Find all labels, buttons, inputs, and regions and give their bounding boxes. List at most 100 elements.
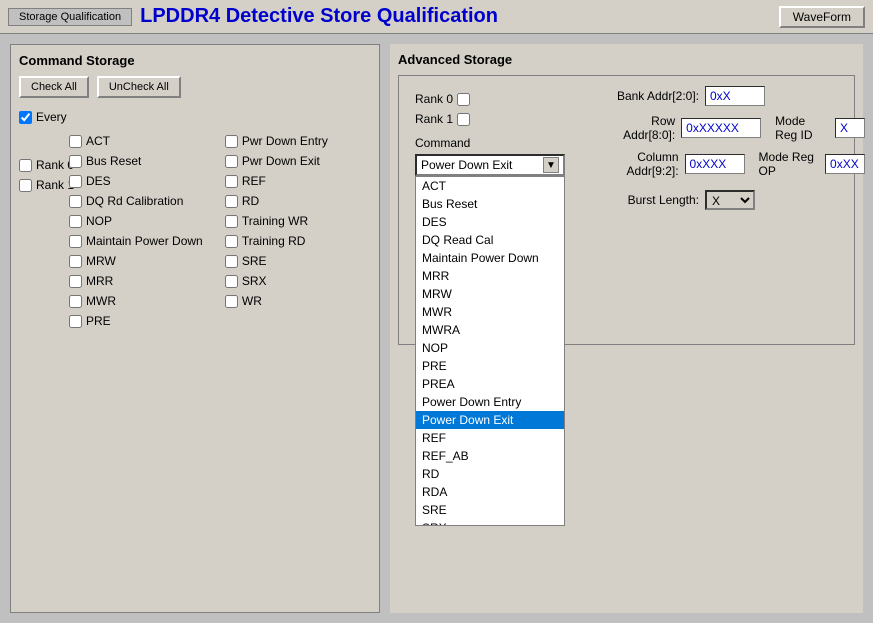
mode-reg-op-input[interactable] <box>825 154 865 174</box>
mrw-checkbox[interactable] <box>69 255 82 268</box>
dropdown-item[interactable]: Power Down Exit <box>416 411 564 429</box>
mrr-checkbox[interactable] <box>69 275 82 288</box>
command-section: Command Power Down Exit ▼ ACTBus ResetDE… <box>415 136 565 176</box>
command-storage-title: Command Storage <box>19 53 371 68</box>
dropdown-item[interactable]: MWR <box>416 303 564 321</box>
dropdown-item[interactable]: RD <box>416 465 564 483</box>
mwr-item: MWR <box>69 292 225 310</box>
address-fields: Bank Addr[2:0]: Row Addr[8:0]: Mode Reg … <box>599 86 865 210</box>
col-addr-label: Column Addr[9:2]: <box>599 150 679 178</box>
pre-item: PRE <box>69 312 225 330</box>
rank0-adv-item: Rank 0 <box>415 92 470 106</box>
row-addr-label: Row Addr[8:0]: <box>599 114 675 142</box>
rank1-adv-checkbox[interactable] <box>457 113 470 126</box>
rank0-item: Rank 0 <box>19 156 69 174</box>
pwr-down-entry-checkbox[interactable] <box>225 135 238 148</box>
command-selected-text: Power Down Exit <box>421 158 512 172</box>
sre-checkbox[interactable] <box>225 255 238 268</box>
command-storage-panel: Command Storage Check All UnCheck All Ev… <box>10 44 380 613</box>
mrr-item: MRR <box>69 272 225 290</box>
ref-item: REF <box>225 172 371 190</box>
training-wr-item: Training WR <box>225 212 371 230</box>
bus-reset-item: Bus Reset <box>69 152 225 170</box>
mode-reg-id-label: Mode Reg ID <box>775 114 829 142</box>
waveform-button[interactable]: WaveForm <box>779 6 865 28</box>
advanced-storage-title: Advanced Storage <box>398 52 855 67</box>
check-all-button[interactable]: Check All <box>19 76 89 98</box>
dropdown-item[interactable]: NOP <box>416 339 564 357</box>
dropdown-item[interactable]: DQ Read Cal <box>416 231 564 249</box>
bank-addr-row: Bank Addr[2:0]: <box>599 86 865 106</box>
nop-checkbox[interactable] <box>69 215 82 228</box>
uncheck-all-button[interactable]: UnCheck All <box>97 76 181 98</box>
burst-row: Burst Length: X 16 32 <box>599 190 865 210</box>
srx-checkbox[interactable] <box>225 275 238 288</box>
pwr-down-exit-item: Pwr Down Exit <box>225 152 371 170</box>
dropdown-item[interactable]: PREA <box>416 375 564 393</box>
dropdown-item[interactable]: Bus Reset <box>416 195 564 213</box>
pwr-down-exit-checkbox[interactable] <box>225 155 238 168</box>
des-checkbox[interactable] <box>69 175 82 188</box>
act-checkbox[interactable] <box>69 135 82 148</box>
training-rd-item: Training RD <box>225 232 371 250</box>
rank1-checkbox[interactable] <box>19 179 32 192</box>
burst-label: Burst Length: <box>599 193 699 207</box>
bank-addr-input[interactable] <box>705 86 765 106</box>
mode-reg-id-input[interactable] <box>835 118 865 138</box>
dropdown-item[interactable]: ACT <box>416 177 564 195</box>
rank-section: Rank 0 Rank 1 <box>415 92 470 126</box>
dropdown-item[interactable]: DES <box>416 213 564 231</box>
mwr-checkbox[interactable] <box>69 295 82 308</box>
dropdown-item[interactable]: MWRA <box>416 321 564 339</box>
wr-item: WR <box>225 292 371 310</box>
col-addr-input[interactable] <box>685 154 745 174</box>
dropdown-item[interactable]: SRX <box>416 519 564 526</box>
maintain-power-down-item: Maintain Power Down <box>69 232 225 250</box>
rank1-item: Rank 1 <box>19 176 69 194</box>
rank0-checkbox[interactable] <box>19 159 32 172</box>
header: Storage Qualification LPDDR4 Detective S… <box>0 0 873 34</box>
storage-qualification-tab[interactable]: Storage Qualification <box>8 8 132 26</box>
row-addr-input[interactable] <box>681 118 761 138</box>
dropdown-item[interactable]: RDA <box>416 483 564 501</box>
dropdown-item[interactable]: PRE <box>416 357 564 375</box>
bank-addr-label: Bank Addr[2:0]: <box>599 89 699 103</box>
check-buttons-row: Check All UnCheck All <box>19 76 371 98</box>
rd-checkbox[interactable] <box>225 195 238 208</box>
dropdown-item[interactable]: Power Down Entry <box>416 393 564 411</box>
training-wr-checkbox[interactable] <box>225 215 238 228</box>
every-label: Every <box>36 110 67 124</box>
dropdown-item[interactable]: MRR <box>416 267 564 285</box>
commands-grid: Rank 0 Rank 1 ACT Bus Reset DES DQ Rd Ca… <box>19 132 371 330</box>
advanced-inner: Rank 0 Rank 1 Command Power Down Exit ▼ <box>398 75 855 345</box>
dq-rd-cal-checkbox[interactable] <box>69 195 82 208</box>
dropdown-item[interactable]: REF <box>416 429 564 447</box>
dropdown-arrow-icon[interactable]: ▼ <box>543 157 559 173</box>
ref-checkbox[interactable] <box>225 175 238 188</box>
advanced-storage-panel: Advanced Storage Rank 0 Rank 1 Command P <box>390 44 863 613</box>
nop-item: NOP <box>69 212 225 230</box>
dq-rd-cal-item: DQ Rd Calibration <box>69 192 225 210</box>
bus-reset-checkbox[interactable] <box>69 155 82 168</box>
wr-checkbox[interactable] <box>225 295 238 308</box>
command-dropdown-container: Power Down Exit ▼ ACTBus ResetDESDQ Read… <box>415 154 565 176</box>
pre-checkbox[interactable] <box>69 315 82 328</box>
rank1-adv-label: Rank 1 <box>415 112 453 126</box>
every-checkbox[interactable] <box>19 111 32 124</box>
command-dropdown-list[interactable]: ACTBus ResetDESDQ Read CalMaintain Power… <box>415 176 565 526</box>
training-rd-checkbox[interactable] <box>225 235 238 248</box>
mrw-item: MRW <box>69 252 225 270</box>
maintain-power-down-checkbox[interactable] <box>69 235 82 248</box>
rank1-adv-item: Rank 1 <box>415 112 470 126</box>
rank0-adv-checkbox[interactable] <box>457 93 470 106</box>
rank0-adv-label: Rank 0 <box>415 92 453 106</box>
dropdown-item[interactable]: MRW <box>416 285 564 303</box>
commands-col2: ACT Bus Reset DES DQ Rd Calibration NOP … <box>69 132 225 330</box>
dropdown-item[interactable]: REF_AB <box>416 447 564 465</box>
command-label: Command <box>415 136 565 150</box>
dropdown-item[interactable]: SRE <box>416 501 564 519</box>
pwr-down-entry-item: Pwr Down Entry <box>225 132 371 150</box>
burst-length-select[interactable]: X 16 32 <box>705 190 755 210</box>
dropdown-item[interactable]: Maintain Power Down <box>416 249 564 267</box>
command-dropdown[interactable]: Power Down Exit ▼ <box>415 154 565 176</box>
